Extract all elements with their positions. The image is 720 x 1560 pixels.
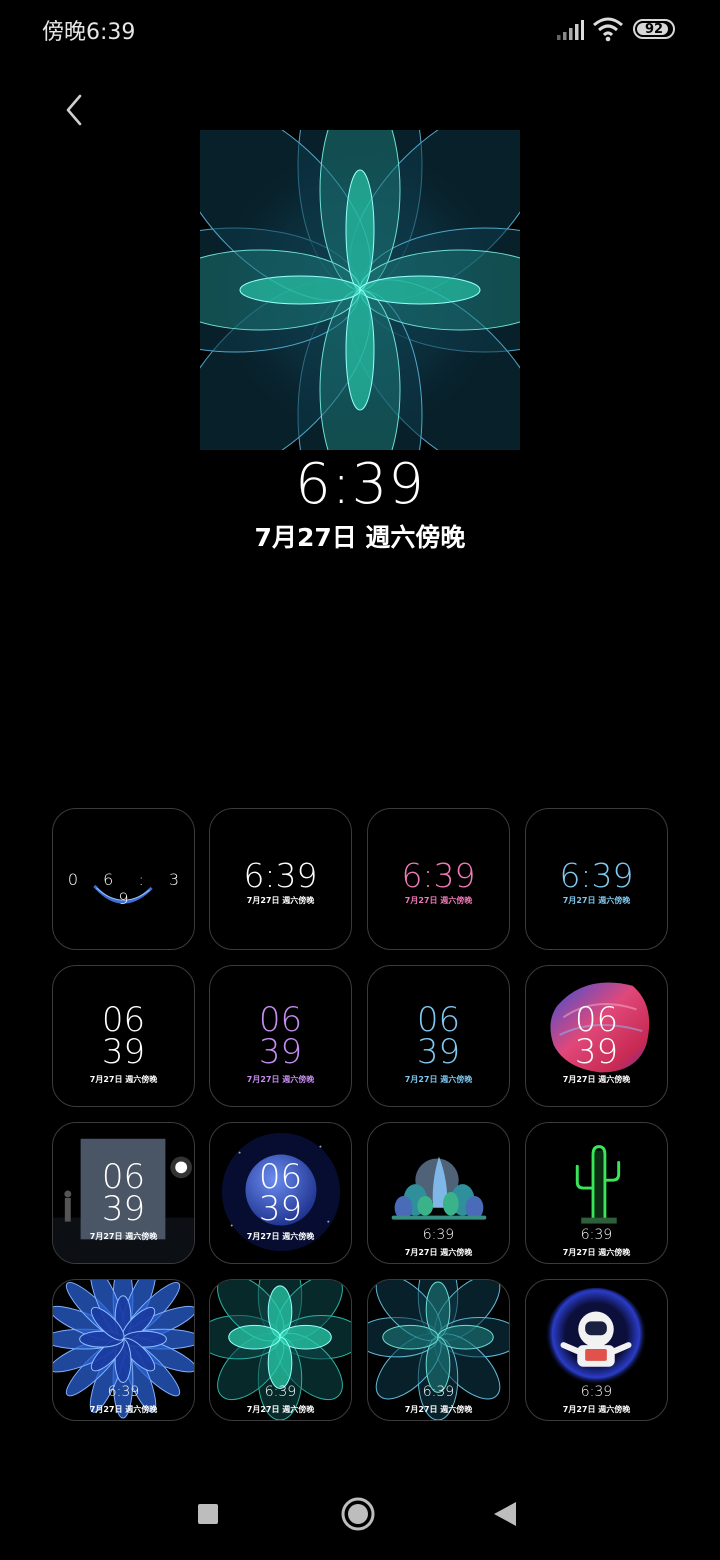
tile-time: 0 6 : 3 9: [67, 870, 190, 908]
tile-time: 6:39: [580, 1384, 613, 1400]
clock-style-teal-mandala[interactable]: 6:39 7月27日 週六傍晚: [209, 1279, 352, 1421]
tile-date: 7月27日 週六傍晚: [404, 1405, 473, 1414]
status-bar: 傍晚6:39 92: [0, 0, 720, 60]
clock-style-astronaut[interactable]: 6:39 7月27日 週六傍晚: [525, 1279, 668, 1421]
tile-minute: 39: [258, 1189, 303, 1229]
clock-style-digital-white[interactable]: 6:39 7月27日 週六傍晚: [209, 808, 352, 950]
tile-date: 7月27日 週六傍晚: [89, 1075, 158, 1084]
tile-date: 7月27日 週六傍晚: [246, 896, 315, 905]
clock-style-blue-flower[interactable]: 6:39 7月27日 週六傍晚: [52, 1279, 195, 1421]
tile-date: 7月27日 週六傍晚: [562, 1075, 631, 1084]
tile-date: 7月27日 週六傍晚: [562, 1405, 631, 1414]
clock-style-digital-blue[interactable]: 6:39 7月27日 週六傍晚: [525, 808, 668, 950]
signal-icon: [557, 20, 584, 40]
tile-date: 7月27日 週六傍晚: [89, 1232, 158, 1241]
clock-style-night-forest[interactable]: 6:39 7月27日 週六傍晚: [367, 1122, 510, 1264]
tile-date: 7月27日 週六傍晚: [246, 1232, 315, 1241]
tile-minute: 39: [574, 1032, 619, 1072]
circle-home-icon[interactable]: [338, 1494, 378, 1534]
status-time: 傍晚6:39: [42, 20, 136, 45]
tile-minute: 39: [101, 1189, 146, 1229]
preview-clock: 6:39: [295, 452, 425, 517]
wifi-icon: [593, 17, 623, 42]
square-recents-icon[interactable]: [188, 1494, 228, 1534]
tile-time: 6:39: [401, 856, 476, 895]
tile-date: 7月27日 週六傍晚: [246, 1075, 315, 1084]
battery-indicator: 92: [633, 19, 675, 39]
tile-time: 6:39: [243, 856, 318, 895]
back-button[interactable]: [56, 88, 96, 132]
tile-date: 7月27日 週六傍晚: [562, 896, 631, 905]
clock-style-orbit[interactable]: 0 6 : 3 9: [52, 808, 195, 950]
clock-style-digital-pink[interactable]: 6:39 7月27日 週六傍晚: [367, 808, 510, 950]
tile-time: 6:39: [422, 1227, 455, 1243]
tile-time: 6:39: [264, 1384, 297, 1400]
triangle-back-icon[interactable]: [486, 1494, 526, 1534]
tile-time: 6:39: [107, 1384, 140, 1400]
clock-style-fluid-blob[interactable]: 06 39 7月27日 週六傍晚: [525, 965, 668, 1107]
tile-time: 6:39: [422, 1384, 455, 1400]
clock-style-night-door[interactable]: 06 39 7月27日 週六傍晚: [52, 1122, 195, 1264]
tile-time: 6:39: [559, 856, 634, 895]
clock-style-stacked-white[interactable]: 06 39 7月27日 週六傍晚: [52, 965, 195, 1107]
tile-date: 7月27日 週六傍晚: [404, 896, 473, 905]
clock-style-stacked-blue[interactable]: 06 39 7月27日 週六傍晚: [367, 965, 510, 1107]
clock-style-stacked-purple[interactable]: 06 39 7月27日 週六傍晚: [209, 965, 352, 1107]
clock-style-kaleidoscope[interactable]: 6:39 7月27日 週六傍晚: [367, 1279, 510, 1421]
clock-style-blue-planet[interactable]: 06 39 7月27日 週六傍晚: [209, 1122, 352, 1264]
tile-minute: 39: [416, 1032, 461, 1072]
preview-date: 7月27日 週六傍晚: [254, 523, 466, 552]
tile-date: 7月27日 週六傍晚: [246, 1405, 315, 1414]
navigation-bar: [0, 1470, 720, 1560]
tile-minute: 39: [101, 1032, 146, 1072]
clock-style-neon-cactus[interactable]: 6:39 7月27日 週六傍晚: [525, 1122, 668, 1264]
tile-date: 7月27日 週六傍晚: [404, 1075, 473, 1084]
tile-time: 6:39: [580, 1227, 613, 1243]
tile-date: 7月27日 週六傍晚: [89, 1405, 158, 1414]
clock-style-grid: 0 6 : 3 9 6:39 7月27日 週六傍晚 6:39 7月27日 週六傍…: [52, 808, 668, 1422]
battery-percent: 92: [644, 21, 664, 37]
tile-date: 7月27日 週六傍晚: [404, 1248, 473, 1257]
tile-minute: 39: [258, 1032, 303, 1072]
kaleidoscope-preview-art: [200, 130, 520, 450]
tile-date: 7月27日 週六傍晚: [562, 1248, 631, 1257]
